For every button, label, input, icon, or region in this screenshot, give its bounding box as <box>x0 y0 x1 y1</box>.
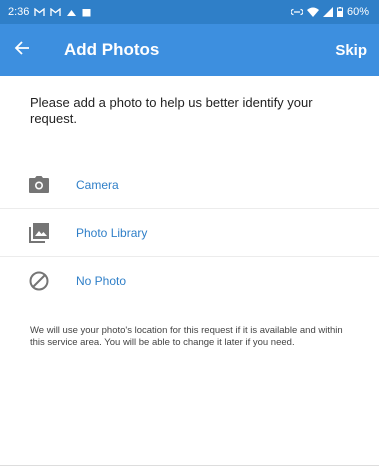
divider <box>0 465 379 466</box>
option-no-photo[interactable]: No Photo <box>0 257 379 305</box>
arrow-left-icon <box>14 40 30 61</box>
status-right: 60% <box>290 6 369 18</box>
status-bar: 2:36 60% <box>0 0 379 24</box>
gmail-icon <box>34 7 46 17</box>
calendar-icon <box>82 8 91 17</box>
camera-icon <box>28 174 50 196</box>
location-note: We will use your photo's location for th… <box>30 325 343 348</box>
battery-icon <box>336 7 343 17</box>
option-photo-library-label: Photo Library <box>76 225 148 240</box>
no-photo-icon <box>28 270 50 292</box>
option-photo-library[interactable]: Photo Library <box>0 209 379 257</box>
option-no-photo-label: No Photo <box>76 274 127 288</box>
status-left: 2:36 <box>8 6 91 18</box>
back-button[interactable] <box>14 38 38 62</box>
option-camera-label: Camera <box>76 177 119 192</box>
photo-library-icon <box>28 222 50 244</box>
gmail-icon <box>50 7 62 17</box>
status-time: 2:36 <box>8 6 30 18</box>
link-icon <box>290 8 303 16</box>
app-bar: Add Photos Skip <box>0 24 379 76</box>
battery-percent: 60% <box>346 6 369 18</box>
signal-icon <box>322 7 333 17</box>
option-camera[interactable]: Camera <box>0 161 379 209</box>
photo-options-list: Camera Photo Library No Photo <box>0 161 379 305</box>
cloud-icon <box>66 8 77 17</box>
intro-text: Please add a photo to help us better ide… <box>30 95 313 126</box>
page-title: Add Photos <box>64 40 160 59</box>
skip-button[interactable]: Skip <box>335 42 367 59</box>
wifi-icon <box>306 7 319 17</box>
